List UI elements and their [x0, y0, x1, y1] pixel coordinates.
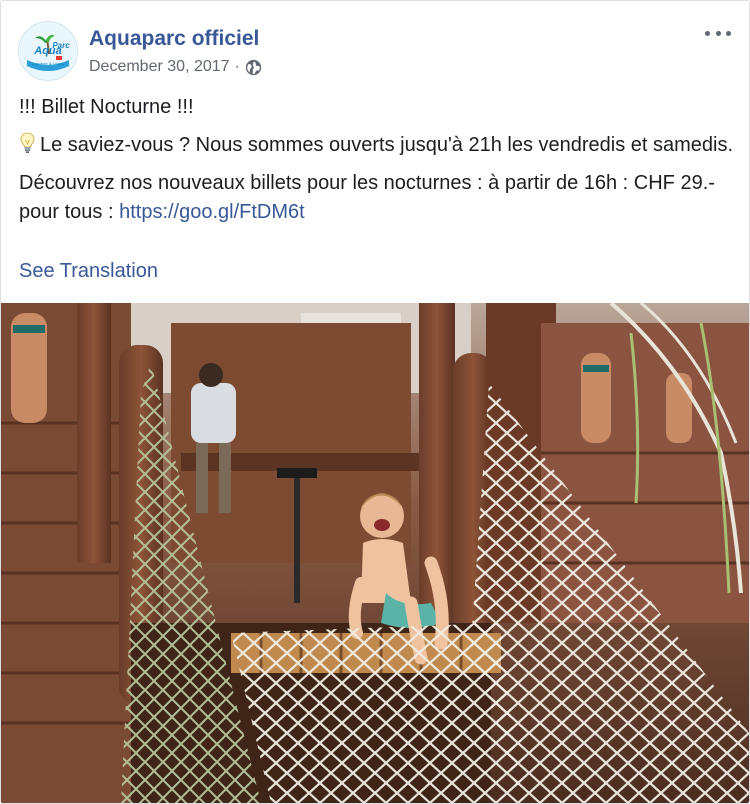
globe-icon[interactable] — [245, 59, 262, 76]
see-translation-link[interactable]: See Translation — [19, 260, 158, 283]
post-timestamp[interactable]: December 30, 2017 — [89, 58, 230, 76]
offer-link[interactable]: https://goo.gl/FtDM6t — [119, 201, 305, 223]
post-info-line: Le saviez-vous ? Nous sommes ouverts jus… — [19, 131, 734, 160]
post-offer-line: Découvrez nos nouveaux billets pour les … — [19, 169, 734, 227]
avatar[interactable]: Aqua Parc Aventure & Loisirs — [18, 21, 78, 81]
aquaparc-logo: Aqua Parc Aventure & Loisirs — [19, 22, 77, 80]
post-header: Aqua Parc Aventure & Loisirs Aquaparc of… — [1, 1, 749, 89]
svg-text:Aventure & Loisirs: Aventure & Loisirs — [32, 61, 64, 66]
meta-separator: · — [234, 58, 240, 75]
lightbulb-icon — [20, 132, 35, 153]
post-info-text: Le saviez-vous ? Nous sommes ouverts jus… — [40, 134, 734, 156]
playground-photo — [1, 303, 749, 803]
post-photo[interactable] — [1, 303, 749, 803]
facebook-post: Aqua Parc Aventure & Loisirs Aquaparc of… — [0, 0, 750, 804]
more-options-icon[interactable] — [705, 23, 731, 43]
post-title-line: !!! Billet Nocturne !!! — [19, 96, 194, 118]
post-meta: December 30, 2017 · — [89, 58, 262, 76]
post-message: !!! Billet Nocturne !!! Le saviez-vous ?… — [19, 93, 734, 236]
page-name-link[interactable]: Aquaparc officiel — [89, 27, 259, 51]
svg-text:Parc: Parc — [52, 41, 70, 50]
